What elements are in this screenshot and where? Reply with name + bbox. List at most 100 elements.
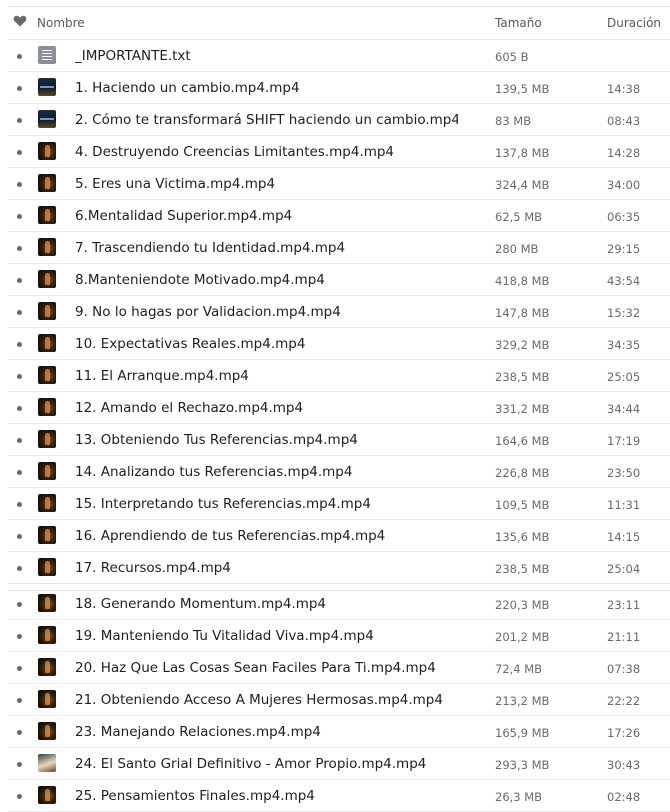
file-row[interactable]: 18. Generando Momentum.mp4.mp4 220,3 MB 23… [0, 588, 670, 620]
file-row[interactable]: 11. El Arranque.mp4.mp4 238,5 MB 25:05 [0, 360, 670, 392]
file-duration: 34:00 [607, 178, 641, 192]
bullet-dot [17, 762, 22, 767]
file-name[interactable]: 21. Obteniendo Acceso A Mujeres Hermosas… [75, 692, 443, 708]
file-name[interactable]: 2. Cómo te transformará SHIFT haciendo u… [75, 112, 458, 128]
column-header-size[interactable]: Tamaño [495, 16, 542, 30]
file-name[interactable]: 13. Obteniendo Tus Referencias.mp4.mp4 [75, 432, 358, 448]
file-name[interactable]: 4. Destruyendo Creencias Limitantes.mp4.… [75, 144, 394, 160]
file-name[interactable]: 1. Haciendo un cambio.mp4.mp4 [75, 80, 300, 96]
file-size: 109,5 MB [495, 498, 550, 512]
file-duration: 14:28 [607, 146, 641, 160]
file-name[interactable]: 17. Recursos.mp4.mp4 [75, 560, 231, 576]
list-section-break [8, 583, 670, 591]
file-name[interactable]: 5. Eres una Victima.mp4.mp4 [75, 176, 275, 192]
file-name[interactable]: 19. Manteniendo Tu Vitalidad Viva.mp4.mp… [75, 628, 374, 644]
file-size: 62,5 MB [495, 210, 543, 224]
video-thumbnail [38, 430, 56, 448]
heart-icon[interactable] [13, 14, 27, 28]
file-row[interactable]: 25. Pensamientos Finales.mp4.mp4 26,3 MB 0… [0, 780, 670, 812]
file-size: 139,5 MB [495, 82, 550, 96]
text-file-icon [38, 46, 56, 64]
file-duration: 34:44 [607, 402, 641, 416]
file-name[interactable]: 23. Manejando Relaciones.mp4.mp4 [75, 724, 321, 740]
file-name[interactable]: _IMPORTANTE.txt [75, 48, 191, 64]
file-name[interactable]: 24. El Santo Grial Definitivo - Amor Pro… [75, 756, 426, 772]
column-header-name[interactable]: Nombre [37, 16, 85, 30]
file-row[interactable]: 21. Obteniendo Acceso A Mujeres Hermosas… [0, 684, 670, 716]
bullet-dot [17, 182, 22, 187]
file-name[interactable]: 18. Generando Momentum.mp4.mp4 [75, 596, 326, 612]
file-name[interactable]: 25. Pensamientos Finales.mp4.mp4 [75, 788, 315, 804]
file-duration: 07:38 [607, 662, 641, 676]
file-row[interactable]: 5. Eres una Victima.mp4.mp4 324,4 MB 34:00 [0, 168, 670, 200]
file-row[interactable]: 6.Mentalidad Superior.mp4.mp4 62,5 MB 06:3… [0, 200, 670, 232]
file-name[interactable]: 20. Haz Que Las Cosas Sean Faciles Para … [75, 660, 436, 676]
file-duration: 25:05 [607, 370, 641, 384]
file-size: 72,4 MB [495, 662, 543, 676]
video-thumbnail [38, 334, 56, 352]
file-duration: 34:35 [607, 338, 641, 352]
bullet-dot [17, 118, 22, 123]
file-duration: 14:15 [607, 530, 641, 544]
video-thumbnail [38, 626, 56, 644]
file-row[interactable]: 14. Analizando tus Referencias.mp4.mp4 22… [0, 456, 670, 488]
file-row[interactable]: 9. No lo hagas por Validacion.mp4.mp4 147… [0, 296, 670, 328]
file-name[interactable]: 16. Aprendiendo de tus Referencias.mp4.m… [75, 528, 385, 544]
file-name[interactable]: 12. Amando el Rechazo.mp4.mp4 [75, 400, 303, 416]
file-row[interactable]: 12. Amando el Rechazo.mp4.mp4 331,2 MB 34:… [0, 392, 670, 424]
file-name[interactable]: 8.Manteniendote Motivado.mp4.mp4 [75, 272, 325, 288]
file-row[interactable]: 19. Manteniendo Tu Vitalidad Viva.mp4.mp… [0, 620, 670, 652]
bullet-dot [17, 310, 22, 315]
file-size: 147,8 MB [495, 306, 550, 320]
file-name[interactable]: 7. Trascendiendo tu Identidad.mp4.mp4 [75, 240, 345, 256]
column-header: Nombre Tamaño Duración [0, 0, 670, 38]
video-thumbnail [38, 398, 56, 416]
bullet-dot [17, 502, 22, 507]
file-duration: 06:35 [607, 210, 641, 224]
bullet-dot [17, 666, 22, 671]
file-row[interactable]: 8.Manteniendote Motivado.mp4.mp4 418,8 MB… [0, 264, 670, 296]
file-row[interactable]: _IMPORTANTE.txt 605 B [0, 40, 670, 72]
file-row[interactable]: 2. Cómo te transformará SHIFT haciendo u… [0, 104, 670, 136]
file-duration: 02:48 [607, 790, 641, 804]
file-row[interactable]: 4. Destruyendo Creencias Limitantes.mp4.… [0, 136, 670, 168]
file-name[interactable]: 15. Interpretando tus Referencias.mp4.mp… [75, 496, 371, 512]
file-row[interactable]: 17. Recursos.mp4.mp4 238,5 MB 25:04 [0, 552, 670, 584]
file-duration: 14:38 [607, 82, 641, 96]
video-thumbnail [38, 594, 56, 612]
bullet-dot [17, 730, 22, 735]
video-thumbnail [38, 462, 56, 480]
bullet-dot [17, 150, 22, 155]
bullet-dot [17, 214, 22, 219]
file-row[interactable]: 20. Haz Que Las Cosas Sean Faciles Para … [0, 652, 670, 684]
file-size: 238,5 MB [495, 562, 550, 576]
file-name[interactable]: 10. Expectativas Reales.mp4.mp4 [75, 336, 305, 352]
file-name[interactable]: 6.Mentalidad Superior.mp4.mp4 [75, 208, 292, 224]
video-thumbnail [38, 526, 56, 544]
file-row[interactable]: 7. Trascendiendo tu Identidad.mp4.mp4 280… [0, 232, 670, 264]
file-size: 605 B [495, 50, 529, 64]
file-size: 201,2 MB [495, 630, 550, 644]
file-name[interactable]: 11. El Arranque.mp4.mp4 [75, 368, 249, 384]
file-row[interactable]: 15. Interpretando tus Referencias.mp4.mp… [0, 488, 670, 520]
file-size: 164,6 MB [495, 434, 550, 448]
file-row[interactable]: 13. Obteniendo Tus Referencias.mp4.mp4 16… [0, 424, 670, 456]
column-header-duration[interactable]: Duración [607, 16, 661, 30]
file-duration: 29:15 [607, 242, 641, 256]
file-size: 329,2 MB [495, 338, 550, 352]
file-row[interactable]: 24. El Santo Grial Definitivo - Amor Pro… [0, 748, 670, 780]
file-row[interactable]: 23. Manejando Relaciones.mp4.mp4 165,9 MB… [0, 716, 670, 748]
bullet-dot [17, 534, 22, 539]
file-name[interactable]: 9. No lo hagas por Validacion.mp4.mp4 [75, 304, 341, 320]
bullet-dot [17, 278, 22, 283]
bullet-dot [17, 794, 22, 799]
file-duration: 30:43 [607, 758, 641, 772]
file-row[interactable]: 10. Expectativas Reales.mp4.mp4 329,2 MB 3… [0, 328, 670, 360]
file-size: 293,3 MB [495, 758, 550, 772]
file-duration: 15:32 [607, 306, 641, 320]
bullet-dot [17, 438, 22, 443]
file-name[interactable]: 14. Analizando tus Referencias.mp4.mp4 [75, 464, 352, 480]
file-row[interactable]: 16. Aprendiendo de tus Referencias.mp4.m… [0, 520, 670, 552]
file-size: 165,9 MB [495, 726, 550, 740]
file-row[interactable]: 1. Haciendo un cambio.mp4.mp4 139,5 MB 14:… [0, 72, 670, 104]
